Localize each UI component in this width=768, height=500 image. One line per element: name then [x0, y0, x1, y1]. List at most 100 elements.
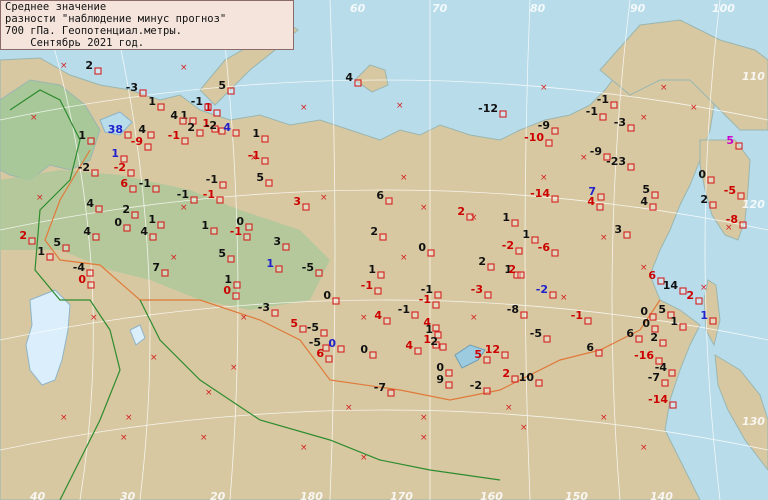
station-no-data-mark: ×	[580, 153, 588, 163]
station-marker	[227, 255, 235, 263]
station-value: 4	[170, 109, 178, 122]
station-no-data-mark: ×	[180, 63, 188, 73]
station-marker	[445, 369, 453, 377]
station-marker	[181, 137, 189, 145]
station-value: -3	[614, 116, 626, 129]
station-marker	[737, 192, 745, 200]
station-value: -2	[205, 119, 217, 132]
station-value: 4	[140, 225, 148, 238]
station-no-data-mark: ×	[640, 113, 648, 123]
station-marker	[511, 219, 519, 227]
station-no-data-mark: ×	[170, 253, 178, 263]
station-value: 3	[614, 223, 622, 236]
station-marker	[511, 375, 519, 383]
graticule-label: 150	[565, 490, 588, 500]
station-value: 1	[368, 263, 376, 276]
station-marker	[545, 139, 553, 147]
station-no-data-mark: ×	[470, 213, 478, 223]
station-marker	[337, 345, 345, 353]
station-value: 0	[114, 216, 122, 229]
station-no-data-mark: ×	[400, 253, 408, 263]
station-value: 4	[83, 225, 91, 238]
station-value: -1	[361, 279, 373, 292]
station-marker	[387, 389, 395, 397]
station-marker	[157, 221, 165, 229]
station-marker	[735, 142, 743, 150]
station-marker	[661, 379, 669, 387]
station-marker	[623, 231, 631, 239]
station-marker	[411, 311, 419, 319]
station-marker	[439, 343, 447, 351]
station-value: 2	[700, 193, 708, 206]
station-no-data-mark: ×	[560, 293, 568, 303]
station-marker	[487, 263, 495, 271]
station-marker	[139, 89, 147, 97]
station-marker	[709, 317, 717, 325]
station-value: -16	[634, 349, 654, 362]
station-marker	[669, 401, 677, 409]
station-marker	[427, 249, 435, 257]
station-value: -5	[302, 261, 314, 274]
station-no-data-mark: ×	[205, 388, 213, 398]
station-no-data-mark: ×	[420, 203, 428, 213]
station-marker	[315, 269, 323, 277]
station-value: 1	[37, 245, 45, 258]
graticule-label: 140	[650, 490, 673, 500]
station-marker	[520, 311, 528, 319]
station-value: 12	[485, 343, 500, 356]
station-value: 0	[642, 317, 650, 330]
station-marker	[216, 196, 224, 204]
station-value: -2	[470, 379, 482, 392]
station-no-data-mark: ×	[505, 403, 513, 413]
station-value: 1	[204, 101, 212, 114]
station-value: 3	[273, 235, 281, 248]
station-value: 2	[457, 205, 465, 218]
station-no-data-mark: ×	[180, 203, 188, 213]
station-marker	[517, 271, 525, 279]
station-value: 0	[78, 273, 86, 286]
station-value: 6	[120, 177, 128, 190]
station-value: 5	[290, 317, 298, 330]
station-value: 2	[430, 335, 438, 348]
station-marker	[483, 387, 491, 395]
station-marker	[383, 317, 391, 325]
station-value: 5	[218, 247, 226, 260]
station-value: 1	[522, 228, 530, 241]
station-marker	[320, 329, 328, 337]
legend-line-4-text: Сентябрь 2021 год.	[30, 37, 145, 49]
station-value: 4	[405, 339, 413, 352]
station-value: -6	[538, 241, 551, 254]
station-value: 5	[658, 303, 666, 316]
station-value: 1	[700, 309, 708, 322]
station-value: 1	[502, 211, 510, 224]
station-value: -2	[114, 161, 126, 174]
station-value: 6	[626, 327, 634, 340]
station-no-data-mark: ×	[360, 313, 368, 323]
station-value: -1	[398, 303, 410, 316]
station-value: -2	[78, 161, 90, 174]
station-marker	[739, 221, 747, 229]
station-no-data-mark: ×	[360, 453, 368, 463]
station-marker	[374, 287, 382, 295]
station-value: 4	[587, 195, 595, 208]
station-value: 4	[86, 197, 94, 210]
graticule-label: 70	[432, 2, 448, 15]
station-value: 38	[108, 123, 123, 136]
station-marker	[679, 323, 687, 331]
station-value: 3	[293, 195, 301, 208]
station-value: 2	[19, 229, 27, 242]
station-value: 5	[726, 134, 734, 147]
station-value: -5	[530, 327, 542, 340]
station-value: -1	[191, 95, 203, 108]
graticule-label: 90	[630, 2, 646, 15]
station-marker	[515, 247, 523, 255]
station-value: -3	[258, 301, 270, 314]
station-value: 5	[256, 171, 264, 184]
map-canvas: 4050607080901001101201301401501601701802…	[0, 0, 768, 500]
station-marker	[219, 181, 227, 189]
station-value: 7	[152, 261, 160, 274]
legend-box: Среднее значение разности "наблюдение ми…	[0, 0, 294, 50]
station-value: 0	[223, 284, 231, 297]
graticule-label: 60	[350, 2, 366, 15]
station-marker	[144, 143, 152, 151]
